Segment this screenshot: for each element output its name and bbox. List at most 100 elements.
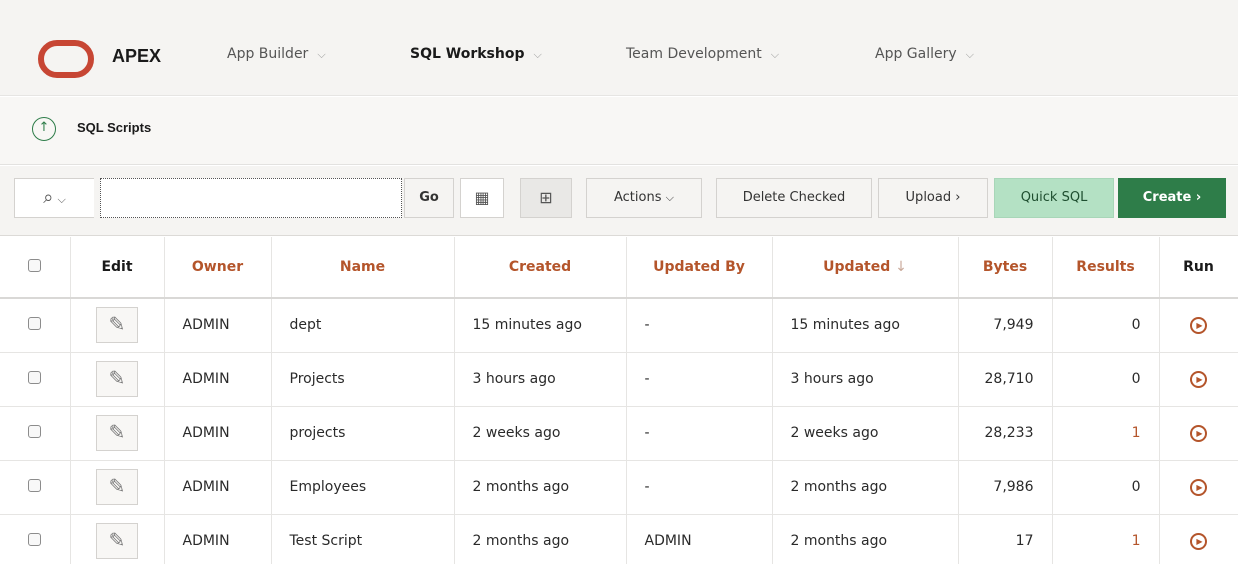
select-all-header[interactable] <box>0 237 71 299</box>
pencil-icon[interactable]: ✎ <box>96 361 138 397</box>
column-header-results[interactable]: Results <box>1052 237 1160 299</box>
bytes-cell: 7,949 <box>958 298 1053 353</box>
results-cell: 0 <box>1052 298 1160 353</box>
delete-checked-button[interactable]: Delete Checked <box>716 178 872 218</box>
column-header-updated[interactable]: Updated ↓ <box>772 237 959 299</box>
column-header-run: Run <box>1159 237 1238 299</box>
column-header-created[interactable]: Created <box>454 237 627 299</box>
table-header-row: Edit Owner Name Created Updated By Updat… <box>0 237 1238 299</box>
bytes-cell: 28,233 <box>958 406 1053 461</box>
name-cell: projects <box>271 406 455 461</box>
pencil-icon[interactable]: ✎ <box>96 415 138 451</box>
column-header-name[interactable]: Name <box>271 237 455 299</box>
owner-cell: ADMIN <box>164 406 272 461</box>
nav-app-gallery-label: App Gallery <box>875 46 957 62</box>
edit-cell: ✎ <box>70 460 165 515</box>
pencil-icon[interactable]: ✎ <box>96 307 138 344</box>
row-checkbox[interactable] <box>28 370 42 384</box>
nav-app-builder[interactable]: App Builder ⌵ <box>227 46 326 62</box>
report-view-button[interactable]: ⊞ <box>520 178 572 218</box>
oracle-logo-icon[interactable] <box>38 40 94 78</box>
run-cell: ▶ <box>1159 352 1238 407</box>
owner-cell: ADMIN <box>164 514 272 564</box>
row-select-cell <box>0 298 71 353</box>
up-arrow-icon[interactable]: ↑ <box>32 117 56 141</box>
updated-cell: 15 minutes ago <box>772 298 959 353</box>
edit-cell: ✎ <box>70 406 165 461</box>
grid-icon: ▦ <box>474 188 490 207</box>
created-cell: 2 weeks ago <box>454 406 627 461</box>
quick-sql-button[interactable]: Quick SQL <box>994 178 1114 218</box>
updated-by-cell: - <box>626 352 773 407</box>
nav-sql-workshop[interactable]: SQL Workshop ⌵ <box>410 46 542 62</box>
upload-label: Upload <box>905 190 952 205</box>
updated-by-cell: - <box>626 460 773 515</box>
created-cell: 2 months ago <box>454 460 627 515</box>
icon-view-button[interactable]: ▦ <box>460 178 504 218</box>
owner-cell: ADMIN <box>164 352 272 407</box>
sort-descending-icon: ↓ <box>895 259 907 275</box>
search-column-selector[interactable]: ⌕ ⌵ <box>14 178 94 218</box>
updated-by-cell: - <box>626 298 773 353</box>
page-title: SQL Scripts <box>77 120 152 135</box>
select-all-checkbox[interactable] <box>28 258 42 272</box>
row-checkbox[interactable] <box>28 532 42 546</box>
nav-sql-workshop-label: SQL Workshop <box>410 46 525 62</box>
updated-cell: 2 months ago <box>772 514 959 564</box>
row-select-cell <box>0 514 71 564</box>
table-row: ✎ ADMIN projects 2 weeks ago - 2 weeks a… <box>0 406 1238 461</box>
chevron-down-icon: ⌵ <box>533 48 542 61</box>
column-header-bytes[interactable]: Bytes <box>958 237 1053 299</box>
owner-cell: ADMIN <box>164 460 272 515</box>
owner-cell: ADMIN <box>164 298 272 353</box>
play-circle-icon[interactable]: ▶ <box>1190 479 1207 496</box>
column-header-updated-by[interactable]: Updated By <box>626 237 773 299</box>
play-circle-icon[interactable]: ▶ <box>1190 425 1207 442</box>
play-circle-icon[interactable]: ▶ <box>1190 371 1207 388</box>
chevron-down-icon: ⌵ <box>317 48 326 61</box>
play-circle-icon[interactable]: ▶ <box>1190 317 1207 335</box>
results-cell[interactable]: 1 <box>1052 514 1160 564</box>
updated-by-cell: ADMIN <box>626 514 773 564</box>
run-cell: ▶ <box>1159 298 1238 353</box>
chevron-down-icon: ⌵ <box>665 191 674 204</box>
table-row: ✎ ADMIN Projects 3 hours ago - 3 hours a… <box>0 352 1238 407</box>
row-checkbox[interactable] <box>28 478 42 492</box>
run-cell: ▶ <box>1159 406 1238 461</box>
pencil-icon[interactable]: ✎ <box>96 469 138 505</box>
updated-by-cell: - <box>626 406 773 461</box>
created-cell: 2 months ago <box>454 514 627 564</box>
create-button[interactable]: Create › <box>1118 178 1226 218</box>
search-input[interactable] <box>100 178 402 218</box>
edit-cell: ✎ <box>70 352 165 407</box>
row-select-cell <box>0 352 71 407</box>
play-circle-icon[interactable]: ▶ <box>1190 533 1207 550</box>
actions-label: Actions <box>614 190 662 205</box>
chevron-down-icon: ⌵ <box>770 48 780 61</box>
results-cell[interactable]: 1 <box>1052 406 1160 461</box>
report-toolbar: ⌕ ⌵ Go ▦ ⊞ Actions ⌵ Delete Checked Uplo… <box>0 166 1238 236</box>
breadcrumb-bar: ↑ SQL Scripts <box>0 97 1238 165</box>
name-cell: Projects <box>271 352 455 407</box>
bytes-cell: 7,986 <box>958 460 1053 515</box>
name-cell: Test Script <box>271 514 455 564</box>
upload-button[interactable]: Upload › <box>878 178 988 218</box>
created-cell: 15 minutes ago <box>454 298 627 353</box>
top-navigation-bar: APEX App Builder ⌵ SQL Workshop ⌵ Team Dev… <box>0 0 1238 96</box>
edit-cell: ✎ <box>70 514 165 564</box>
results-cell: 0 <box>1052 352 1160 407</box>
go-button[interactable]: Go <box>404 178 454 218</box>
edit-cell: ✎ <box>70 298 165 353</box>
updated-cell: 3 hours ago <box>772 352 959 407</box>
nav-team-development[interactable]: Team Development ⌵ <box>626 46 779 62</box>
brand-title[interactable]: APEX <box>112 46 161 67</box>
column-header-owner[interactable]: Owner <box>164 237 272 299</box>
nav-app-gallery[interactable]: App Gallery ⌵ <box>875 46 974 62</box>
actions-menu-button[interactable]: Actions ⌵ <box>586 178 702 218</box>
row-checkbox[interactable] <box>28 316 42 330</box>
chevron-down-icon: ⌵ <box>57 193 66 206</box>
run-cell: ▶ <box>1159 514 1238 564</box>
pencil-icon[interactable]: ✎ <box>96 523 138 559</box>
row-select-cell <box>0 460 71 515</box>
row-checkbox[interactable] <box>28 424 42 438</box>
